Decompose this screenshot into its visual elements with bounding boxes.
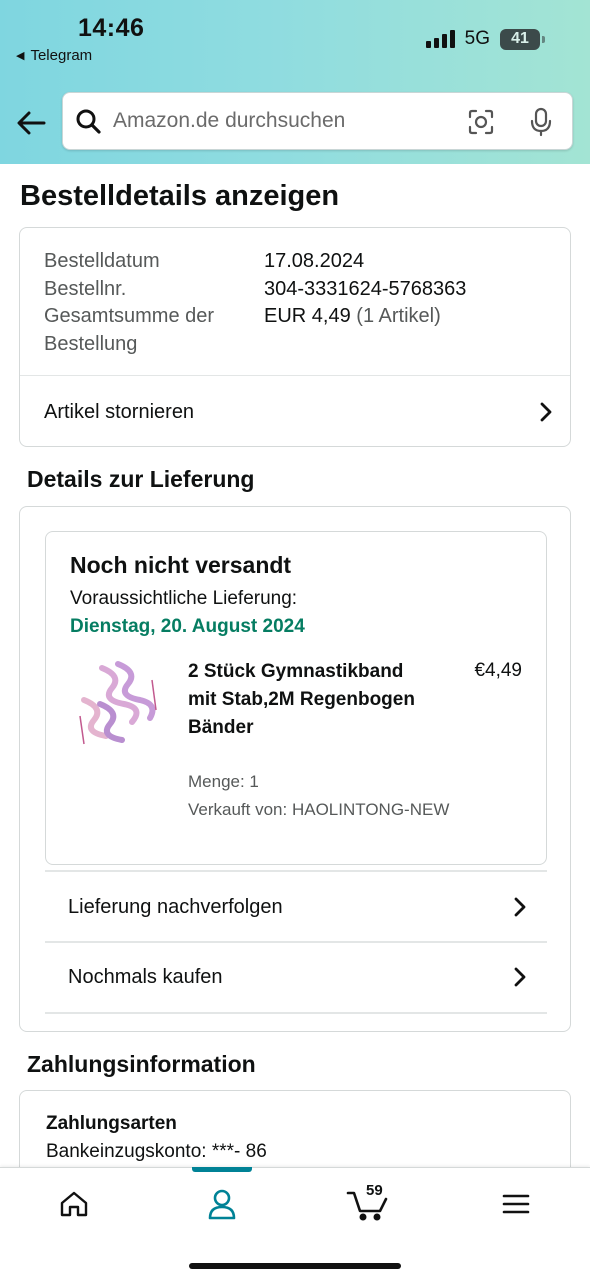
product-quantity: Menge: 1 [188, 772, 259, 791]
chevron-right-icon [510, 967, 530, 987]
battery-level: 41 [511, 30, 529, 47]
back-app-label: Telegram [30, 47, 93, 64]
product-title-link[interactable]: 2 Stück Gymnastikband mit Stab,2M Regenb… [188, 658, 428, 742]
status-time: 14:46 [78, 14, 145, 42]
product-image[interactable] [74, 660, 164, 750]
tab-cart[interactable]: 59 [338, 1182, 398, 1226]
back-triangle-icon: ◀ [16, 50, 25, 62]
hamburger-menu-icon [502, 1194, 530, 1214]
network-type: 5G [464, 28, 490, 49]
page-title: Bestelldetails anzeigen [20, 180, 340, 212]
tab-menu[interactable] [486, 1182, 546, 1226]
bottom-tab-bar: 59 [0, 1167, 590, 1280]
cart-count-badge: 59 [366, 1182, 383, 1199]
order-total-amount: EUR 4,49 [264, 305, 351, 327]
order-total-label-line1: Gesamtsumme der [44, 305, 215, 327]
order-summary-card: Bestelldatum 17.08.2024 Bestellnr. 304-3… [19, 227, 571, 447]
order-total-label: Gesamtsumme der Bestellung [44, 302, 214, 358]
battery-icon: 41 [500, 28, 545, 50]
chevron-right-icon [510, 897, 530, 917]
buy-again-label: Nochmals kaufen [68, 965, 223, 988]
camera-scan-icon[interactable] [464, 105, 498, 139]
eta-label: Voraussichtliche Lieferung: [70, 588, 298, 609]
status-indicators: 5G 41 [425, 28, 545, 50]
shipment-card: Noch nicht versandt Voraussichtliche Lie… [45, 531, 547, 865]
chevron-right-icon [536, 402, 556, 422]
order-total-items: (1 Artikel) [356, 305, 441, 327]
app-header: 14:46 ◀ Telegram 5G 41 [0, 0, 590, 164]
active-tab-indicator [192, 1167, 252, 1172]
back-to-app-link[interactable]: ◀ Telegram [16, 47, 92, 64]
eta-date: Dienstag, 20. August 2024 [70, 616, 305, 637]
payment-method-value: Bankeinzugskonto: ***- 86 [46, 1141, 267, 1162]
shipment-status: Noch nicht versandt [70, 552, 292, 578]
track-delivery-link[interactable]: Lieferung nachverfolgen [68, 873, 530, 941]
tab-account[interactable] [192, 1182, 252, 1226]
signal-icon [425, 30, 455, 48]
home-indicator [189, 1263, 401, 1269]
payment-section-title: Zahlungsinformation [27, 1051, 256, 1077]
search-bar[interactable] [62, 92, 573, 150]
divider [45, 870, 547, 872]
buy-again-link[interactable]: Nochmals kaufen [68, 943, 530, 1011]
order-number-value: 304-3331624-5768363 [264, 278, 467, 300]
divider [45, 1012, 547, 1014]
product-seller: Verkauft von: HAOLINTONG-NEW [188, 800, 450, 819]
payment-methods-label: Zahlungsarten [46, 1113, 177, 1134]
product-price: €4,49 [474, 660, 522, 681]
delivery-card: Noch nicht versandt Voraussichtliche Lie… [19, 506, 571, 1032]
track-delivery-label: Lieferung nachverfolgen [68, 895, 283, 918]
delivery-section-title: Details zur Lieferung [27, 466, 255, 492]
order-total-value: EUR 4,49 (1 Artikel) [264, 302, 441, 330]
cancel-items-link[interactable]: Artikel stornieren [44, 376, 556, 448]
account-icon [208, 1189, 236, 1220]
order-date-value: 17.08.2024 [264, 250, 365, 272]
microphone-icon[interactable] [524, 105, 558, 139]
order-total-label-line2: Bestellung [44, 333, 138, 355]
home-icon [60, 1191, 88, 1217]
search-icon [63, 92, 113, 150]
order-date-label: Bestelldatum [44, 250, 160, 272]
search-input[interactable] [113, 109, 453, 133]
cancel-items-label: Artikel stornieren [44, 400, 195, 423]
tab-home[interactable] [44, 1182, 104, 1226]
back-arrow-icon[interactable] [14, 106, 48, 140]
order-number-label: Bestellnr. [44, 278, 127, 300]
